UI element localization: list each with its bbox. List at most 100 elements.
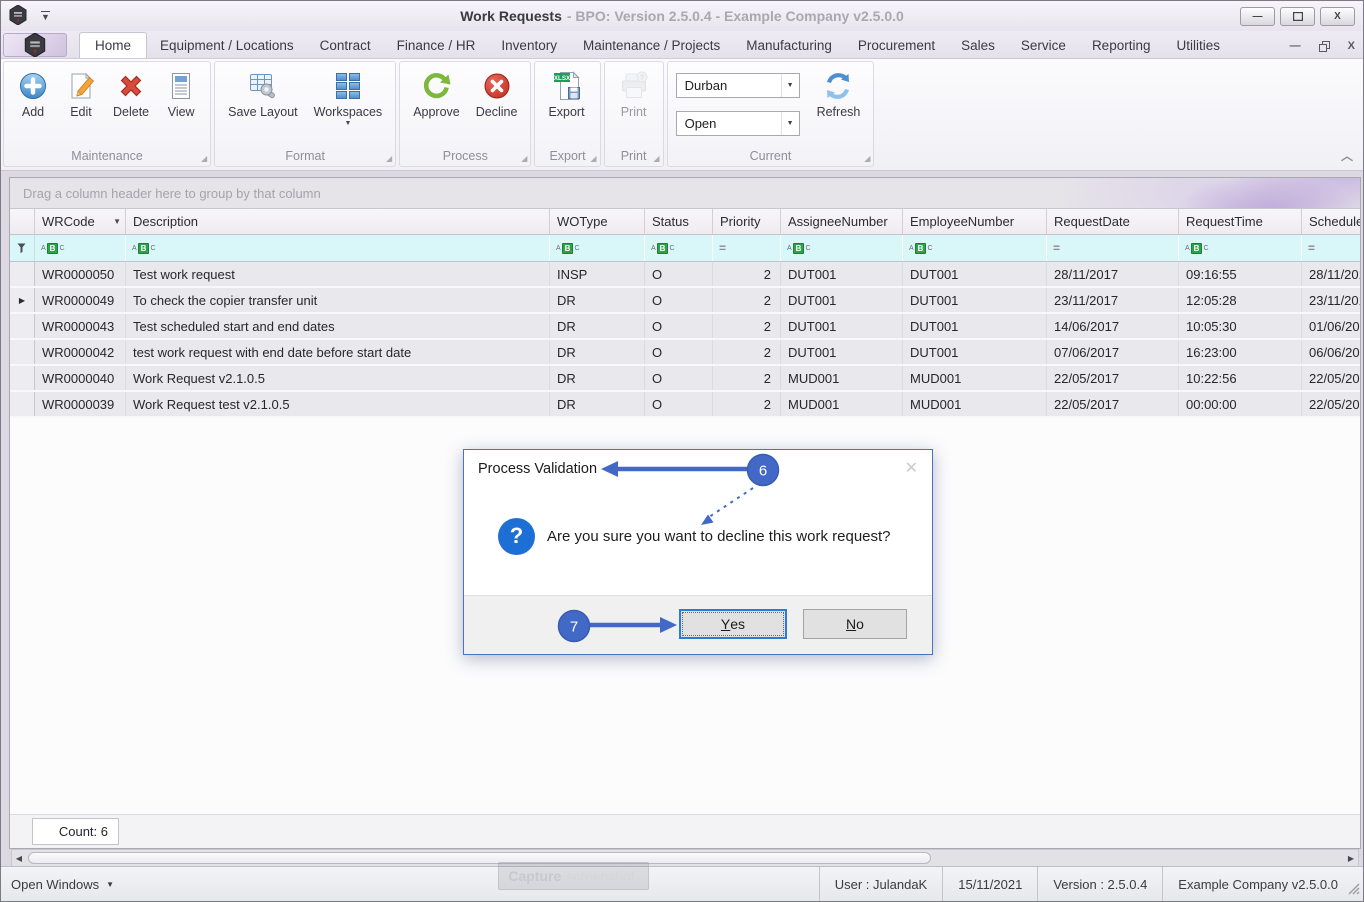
dialog-launcher-icon[interactable]: ◢: [653, 155, 659, 163]
ribbon-button-label: Delete: [113, 105, 149, 119]
tab-reporting[interactable]: Reporting: [1079, 33, 1164, 58]
tab-contract[interactable]: Contract: [307, 33, 384, 58]
add-button[interactable]: Add: [10, 67, 56, 122]
ribbon-button-label: Export: [548, 105, 584, 119]
column-header-description[interactable]: Description: [126, 209, 550, 234]
mdi-close-button[interactable]: X: [1348, 41, 1355, 52]
cell-scheduled: 01/06/201: [1302, 314, 1361, 338]
cell-wrcode: WR0000050: [35, 262, 126, 286]
tab-finance-hr[interactable]: Finance / HR: [384, 33, 489, 58]
window-title: Work Requests- BPO: Version 2.5.0.4 - Ex…: [1, 8, 1363, 24]
filter-cell-requesttime[interactable]: ABC: [1179, 235, 1302, 261]
cell-description: Test work request: [126, 262, 550, 286]
application-menu-button[interactable]: [3, 33, 67, 57]
filter-cell-priority[interactable]: =: [713, 235, 781, 261]
approve-button[interactable]: Approve: [406, 67, 467, 122]
cell-requestdate: 07/06/2017: [1047, 340, 1179, 364]
cell-requesttime: 09:16:55: [1179, 262, 1302, 286]
dialog-launcher-icon[interactable]: ◢: [590, 155, 596, 163]
column-header-wotype[interactable]: WOType: [550, 209, 645, 234]
edit-button[interactable]: Edit: [58, 67, 104, 122]
scroll-right-icon[interactable]: ▶: [1344, 854, 1358, 863]
filter-cell-assigneenumber[interactable]: ABC: [781, 235, 903, 261]
current-status-dropdown[interactable]: Open▼: [676, 111, 800, 136]
cell-status: O: [645, 262, 713, 286]
filter-cell-description[interactable]: ABC: [126, 235, 550, 261]
column-header-label: Description: [133, 214, 198, 229]
decline-button[interactable]: Decline: [469, 67, 525, 122]
cell-requesttime: 10:22:56: [1179, 366, 1302, 390]
mdi-minimize-button[interactable]: —: [1290, 41, 1301, 52]
filter-cell-requestdate[interactable]: =: [1047, 235, 1179, 261]
dialog-launcher-icon[interactable]: ◢: [864, 155, 870, 163]
view-button[interactable]: View: [158, 67, 204, 122]
dialog-close-icon[interactable]: ✕: [905, 461, 918, 477]
export-button[interactable]: XLSX Export: [541, 67, 591, 122]
column-header-scheduled[interactable]: Scheduled: [1302, 209, 1361, 234]
row-count-badge: Count: 6: [32, 818, 119, 845]
chevron-down-icon[interactable]: ▼: [781, 74, 799, 97]
filter-cell-wrcode[interactable]: ABC: [35, 235, 126, 261]
quick-access-dropdown-icon[interactable]: ▼: [41, 11, 50, 22]
filter-cell-employeenumber[interactable]: ABC: [903, 235, 1047, 261]
scroll-left-icon[interactable]: ◀: [12, 854, 26, 863]
horizontal-scrollbar[interactable]: ◀ ▶: [11, 849, 1359, 866]
tab-utilities[interactable]: Utilities: [1163, 33, 1233, 58]
yes-button[interactable]: Yes: [679, 609, 787, 639]
delete-button[interactable]: Delete: [106, 67, 156, 122]
table-row[interactable]: ▶WR0000049To check the copier transfer u…: [10, 288, 1360, 314]
table-row[interactable]: WR0000040Work Request v2.1.0.5DRO2MUD001…: [10, 366, 1360, 392]
cell-employeenumber: MUD001: [903, 392, 1047, 416]
no-button[interactable]: No: [803, 609, 907, 639]
tab-maintenance-projects[interactable]: Maintenance / Projects: [570, 33, 733, 58]
open-windows-menu[interactable]: Open Windows ▼: [11, 877, 114, 892]
maximize-button[interactable]: [1280, 7, 1315, 26]
column-header-employeenumber[interactable]: EmployeeNumber: [903, 209, 1047, 234]
filter-cell-status[interactable]: ABC: [645, 235, 713, 261]
dialog-launcher-icon[interactable]: ◢: [386, 155, 392, 163]
table-row[interactable]: WR0000050Test work requestINSPO2DUT001DU…: [10, 262, 1360, 288]
current-site-dropdown[interactable]: Durban▼: [676, 73, 800, 98]
filter-dropdown-icon[interactable]: ▼: [113, 217, 121, 226]
print-button[interactable]: ?Print: [611, 67, 657, 122]
table-row[interactable]: WR0000042test work request with end date…: [10, 340, 1360, 366]
equals-filter-icon: =: [1053, 241, 1060, 255]
window-title-main: Work Requests: [460, 8, 562, 24]
table-row[interactable]: WR0000043Test scheduled start and end da…: [10, 314, 1360, 340]
refresh-icon: [822, 70, 854, 102]
column-header-priority[interactable]: Priority: [713, 209, 781, 234]
column-header-status[interactable]: Status: [645, 209, 713, 234]
ribbon-group-label-text: Current: [750, 149, 792, 163]
minimize-button[interactable]: —: [1240, 7, 1275, 26]
dialog-launcher-icon[interactable]: ◢: [201, 155, 207, 163]
tab-procurement[interactable]: Procurement: [845, 33, 948, 58]
filter-cell-wotype[interactable]: ABC: [550, 235, 645, 261]
export-icon: XLSX: [551, 70, 583, 102]
close-button[interactable]: X: [1320, 7, 1355, 26]
tab-service[interactable]: Service: [1008, 33, 1079, 58]
tab-inventory[interactable]: Inventory: [488, 33, 570, 58]
tab-sales[interactable]: Sales: [948, 33, 1008, 58]
tab-home[interactable]: Home: [79, 32, 147, 58]
resize-grip[interactable]: [1348, 883, 1360, 898]
dialog-message: Are you sure you want to decline this wo…: [547, 528, 891, 545]
table-row[interactable]: WR0000039Work Request test v2.1.0.5DRO2M…: [10, 392, 1360, 418]
mdi-restore-button[interactable]: [1319, 41, 1330, 52]
dialog-launcher-icon[interactable]: ◢: [521, 155, 527, 163]
tab-equipment-locations[interactable]: Equipment / Locations: [147, 33, 307, 58]
refresh-button[interactable]: Refresh: [810, 67, 868, 122]
group-by-bar[interactable]: Drag a column header here to group by th…: [10, 178, 1360, 209]
column-header-wrcode[interactable]: WRCode▼: [35, 209, 126, 234]
tab-manufacturing[interactable]: Manufacturing: [733, 33, 845, 58]
column-header-requesttime[interactable]: RequestTime: [1179, 209, 1302, 234]
collapse-ribbon-icon[interactable]: ︿: [1341, 147, 1353, 164]
filter-cell-scheduled[interactable]: =: [1302, 235, 1361, 261]
open-windows-label: Open Windows: [11, 877, 99, 892]
save-layout-button[interactable]: Save Layout: [221, 67, 305, 122]
cell-priority: 2: [713, 340, 781, 364]
column-header-assigneenumber[interactable]: AssigneeNumber: [781, 209, 903, 234]
workspaces-button[interactable]: Workspaces▼: [307, 67, 390, 128]
scrollbar-thumb[interactable]: [28, 852, 931, 864]
chevron-down-icon[interactable]: ▼: [781, 112, 799, 135]
column-header-requestdate[interactable]: RequestDate: [1047, 209, 1179, 234]
